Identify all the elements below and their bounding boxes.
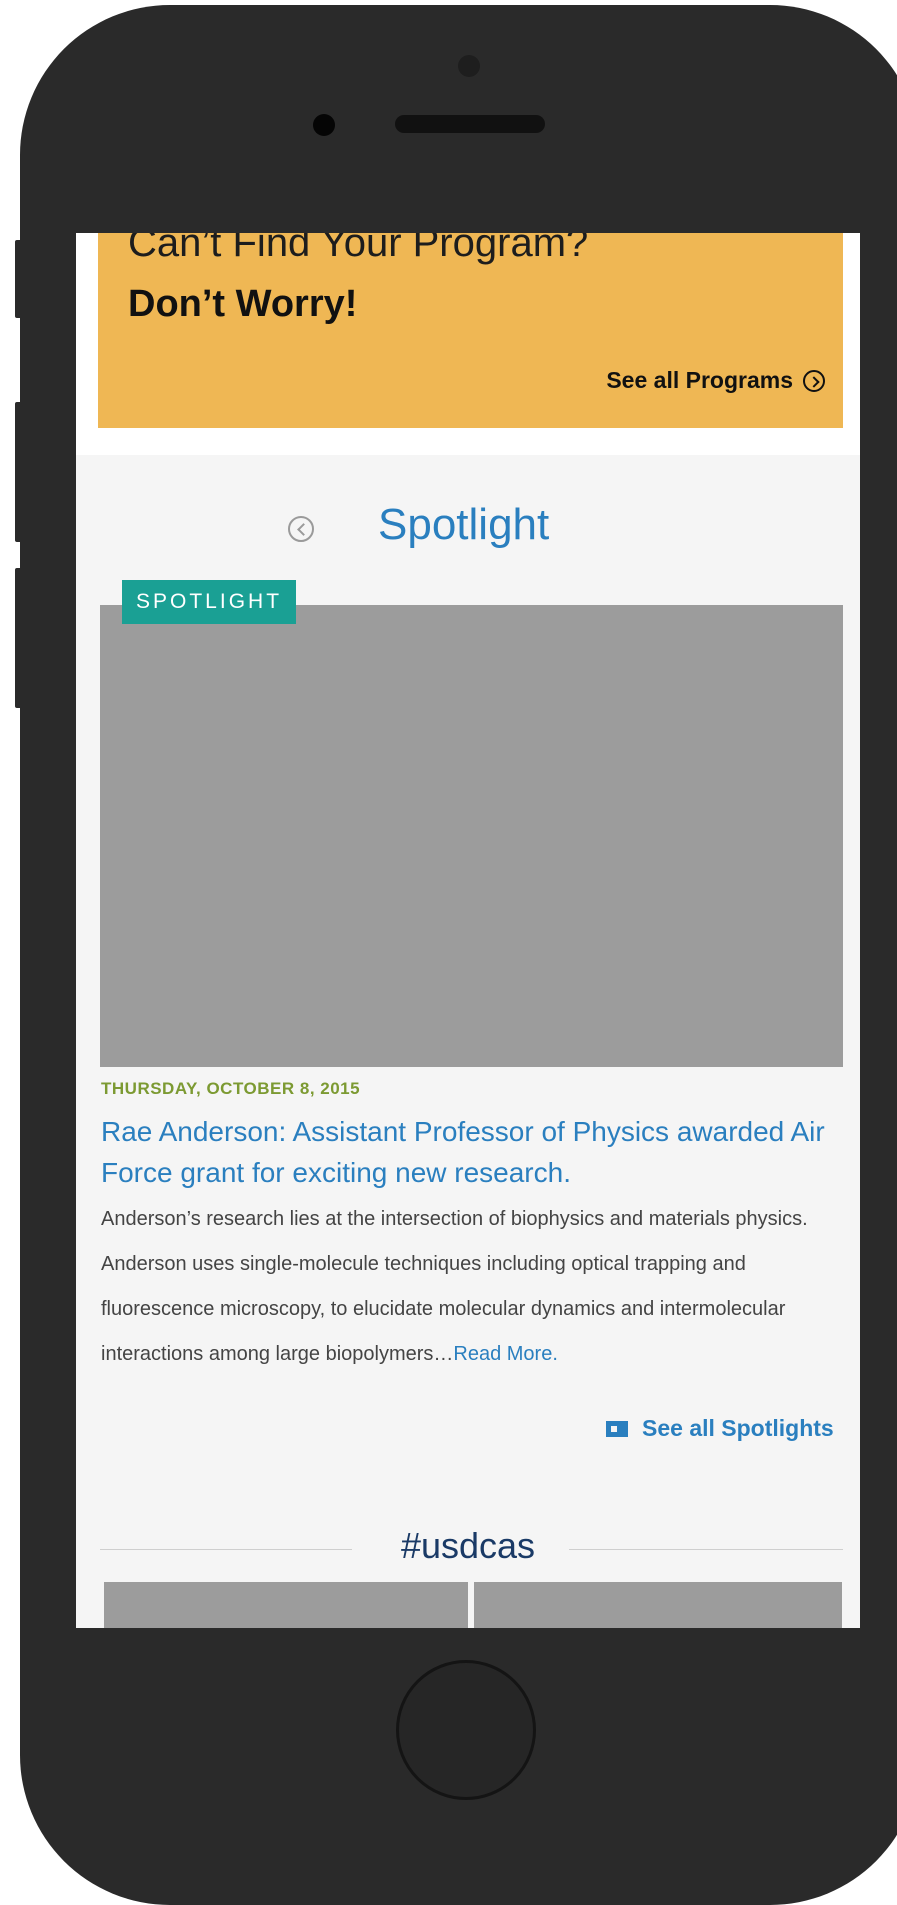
divider-line-right: [569, 1549, 843, 1550]
see-all-programs-label: See all Programs: [606, 367, 793, 393]
home-button[interactable]: [396, 1660, 536, 1800]
earpiece-speaker: [395, 115, 545, 133]
social-tile[interactable]: [104, 1582, 468, 1628]
see-all-programs-link[interactable]: See all Programs: [606, 367, 825, 394]
spotlight-image[interactable]: [100, 605, 843, 1067]
article-excerpt-text: Anderson’s research lies at the intersec…: [101, 1208, 808, 1365]
spotlight-header: Spotlight: [76, 500, 860, 560]
article-excerpt: Anderson’s research lies at the intersec…: [101, 1197, 846, 1377]
article-headline-link[interactable]: Rae Anderson: Assistant Professor of Phy…: [101, 1111, 846, 1193]
social-divider: #usdcas: [76, 1525, 860, 1575]
program-finder-banner: Can’t Find Your Program? Don’t Worry! Se…: [98, 233, 843, 428]
banner-subtitle: Don’t Worry!: [128, 283, 358, 325]
phone-screen: Can’t Find Your Program? Don’t Worry! Se…: [76, 233, 860, 1628]
spotlight-badge: SPOTLIGHT: [122, 580, 297, 624]
newspaper-icon: [606, 1420, 628, 1437]
see-all-spotlights-label: See all Spotlights: [642, 1415, 834, 1441]
spotlight-heading: Spotlight: [378, 500, 550, 549]
social-tile[interactable]: [474, 1582, 842, 1628]
banner-title: Can’t Find Your Program?: [128, 233, 589, 265]
chevron-right-circle-icon: [803, 369, 825, 392]
read-more-link[interactable]: Read More.: [453, 1343, 558, 1365]
chevron-left-circle-icon[interactable]: [288, 516, 314, 542]
spotlight-section: Spotlight SPOTLIGHT THURSDAY, OCTOBER 8,…: [76, 455, 860, 1628]
see-all-spotlights-link[interactable]: See all Spotlights: [606, 1415, 834, 1442]
front-camera: [313, 114, 335, 136]
hashtag-heading: #usdcas: [400, 1525, 536, 1566]
sensor-dot: [458, 55, 480, 77]
article-date: THURSDAY, OCTOBER 8, 2015: [101, 1079, 361, 1098]
